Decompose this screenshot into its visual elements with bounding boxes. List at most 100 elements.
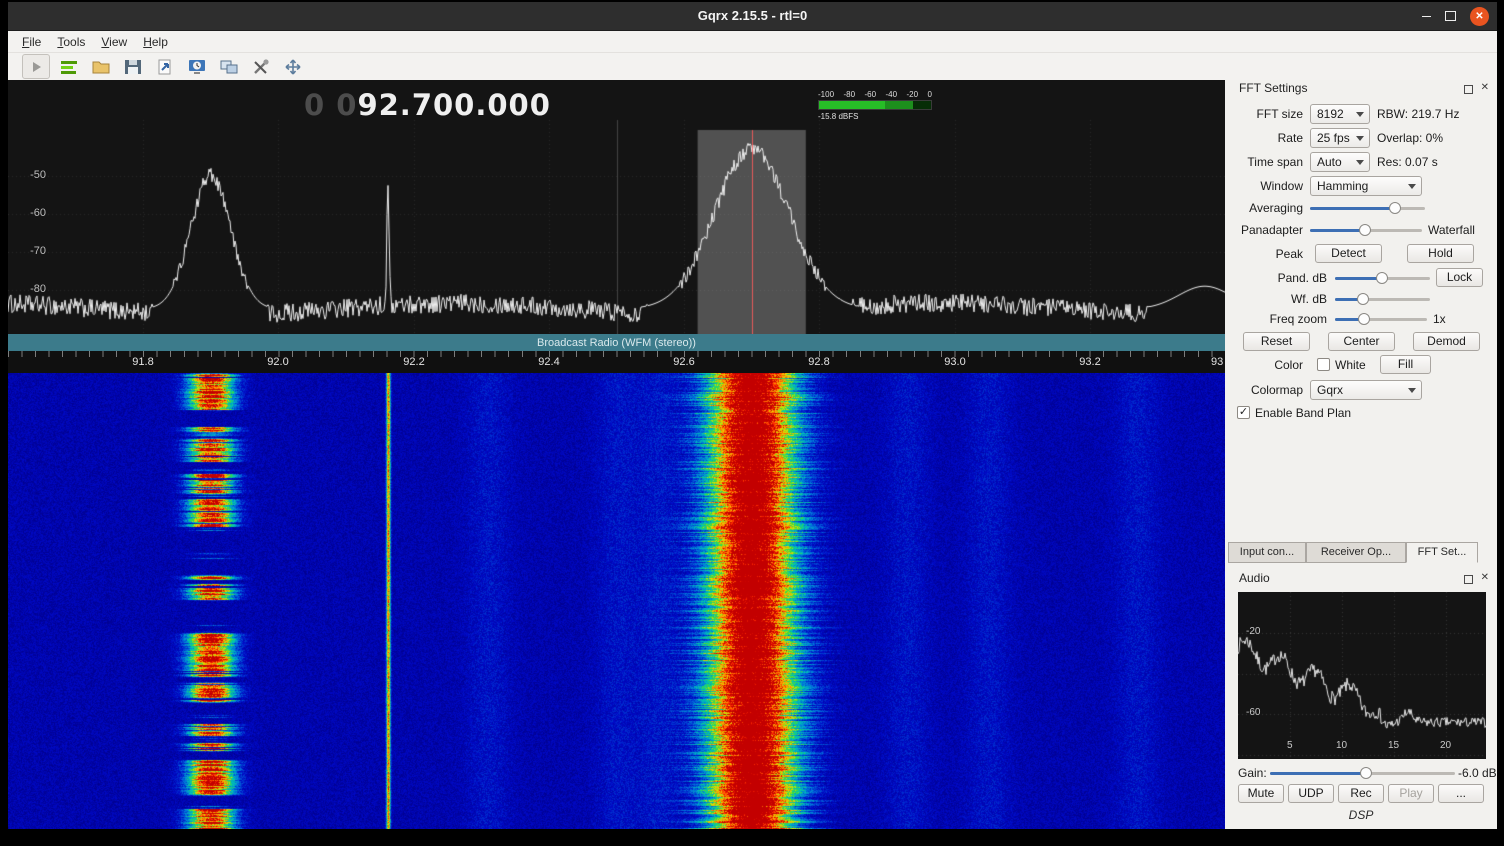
rec-button[interactable]: Rec [1338,784,1384,803]
freq-tick-label: 93.0 [944,356,965,368]
save-file-icon[interactable] [120,55,146,78]
gain-value: -6.0 dB [1458,763,1497,783]
window-title: Gqrx 2.15.5 - rtl=0 [8,2,1497,30]
open-file-icon[interactable] [88,55,114,78]
time-span-select[interactable]: Auto [1310,152,1370,172]
play-button[interactable]: Play [1388,784,1434,803]
peak-detect-button[interactable]: Detect [1315,244,1382,263]
colormap-select[interactable]: Gqrx [1310,380,1422,400]
white-checkbox[interactable] [1317,358,1330,371]
export-icon[interactable] [152,55,178,78]
remote-control-icon[interactable] [184,55,210,78]
dock-close-icon[interactable]: ✕ [1481,82,1489,93]
menu-view[interactable]: View [93,34,135,50]
wf-db-label: Wf. dB [1227,289,1327,309]
start-dsp-button[interactable] [22,54,50,79]
tools-icon[interactable] [248,55,274,78]
frequency-scale[interactable]: 91.8 92.0 92.2 92.4 92.6 92.8 93.0 93.2 … [8,351,1225,373]
fill-button[interactable]: Fill [1380,355,1431,374]
meter-tick: -40 [886,90,898,99]
audio-freq-label: 15 [1388,740,1399,751]
demod-button[interactable]: Demod [1413,332,1480,351]
tab-fft-settings[interactable]: FFT Set... [1406,542,1478,563]
audio-fft-canvas [1238,592,1486,759]
overlap-text: Overlap: 0% [1377,128,1443,148]
slider-handle[interactable] [1376,272,1388,284]
meter-tick: -100 [818,90,834,99]
slider-handle[interactable] [1359,224,1371,236]
maximize-icon[interactable] [1445,11,1456,21]
dock-float-icon[interactable] [1464,85,1473,94]
udp-button[interactable]: UDP [1288,784,1334,803]
res-text: Res: 0.07 s [1377,152,1438,172]
averaging-slider[interactable] [1310,200,1425,216]
enable-band-plan-checkbox[interactable]: ✓ [1237,406,1250,419]
time-span-label: Time span [1227,152,1303,172]
reset-button[interactable]: Reset [1243,332,1310,351]
fft-size-select[interactable]: 8192 [1310,104,1370,124]
meter-tick: -20 [907,90,919,99]
freq-tick-label: 93.2 [1079,356,1100,368]
gain-slider[interactable] [1270,765,1455,781]
freq-tick-label: 92.8 [808,356,829,368]
fft-plot-canvas[interactable] [8,80,1225,334]
menu-tools[interactable]: Tools [49,34,93,50]
freq-zoom-slider[interactable] [1335,311,1427,327]
slider-handle[interactable] [1357,293,1369,305]
meter-bar [818,100,932,110]
record-icon[interactable] [56,55,82,78]
slider-handle[interactable] [1358,313,1370,325]
fft-settings-dock-header: FFT Settings ✕ [1225,80,1497,98]
pandapter-split-slider[interactable] [1310,222,1422,238]
bandplan-label: Broadcast Radio (WFM (stereo)) [537,337,696,349]
pandapter-plot[interactable]: 0 092.700.000 -100 -80 -60 -40 -20 0 -15… [8,80,1225,334]
freq-tick-label: 92.6 [673,356,694,368]
fft-settings-title: FFT Settings [1239,81,1307,95]
waterfall-canvas[interactable] [8,373,1225,829]
fullscreen-icon[interactable] [280,55,306,78]
center-button[interactable]: Center [1328,332,1395,351]
wf-db-slider[interactable] [1335,291,1430,307]
pand-db-label: Pand. dB [1227,268,1327,288]
more-button[interactable]: ... [1438,784,1484,803]
slider-handle[interactable] [1360,767,1372,779]
window-fn-value: Hamming [1317,179,1368,193]
white-checkbox-label: White [1335,355,1366,375]
freq-zoom-label: Freq zoom [1227,309,1327,329]
slider-handle[interactable] [1389,202,1401,214]
minimize-icon[interactable] [1422,16,1431,17]
menu-file[interactable]: File [14,34,49,50]
mute-button[interactable]: Mute [1238,784,1284,803]
waterfall-label: Waterfall [1428,220,1475,240]
audio-dock-header: Audio ✕ [1225,570,1497,588]
pand-db-slider[interactable] [1335,270,1430,286]
gqrx-window: Gqrx 2.15.5 - rtl=0 ✕ File Tools View He… [8,2,1497,827]
dock-float-icon[interactable] [1464,575,1473,584]
window-fn-select[interactable]: Hamming [1310,176,1422,196]
menu-help[interactable]: Help [135,34,176,50]
menubar: File Tools View Help [8,31,1497,53]
rate-select[interactable]: 25 fps [1310,128,1370,148]
rbw-text: RBW: 219.7 Hz [1377,104,1459,124]
lock-button[interactable]: Lock [1436,268,1483,287]
freq-tick-label: 92.2 [403,356,424,368]
dock-close-icon[interactable]: ✕ [1481,572,1489,583]
chevron-down-icon [1356,160,1364,169]
spectrum-area: 0 092.700.000 -100 -80 -60 -40 -20 0 -15… [8,80,1225,829]
tab-input-controls[interactable]: Input con... [1228,542,1306,563]
frequency-display-value: 92.700.000 [357,88,550,122]
rate-label: Rate [1227,128,1303,148]
close-icon[interactable]: ✕ [1470,7,1489,26]
signal-strength-meter: -100 -80 -60 -40 -20 0 -15.8 dBFS [818,90,932,121]
meter-fill [819,101,913,109]
dsp-windows-icon[interactable] [216,55,242,78]
colormap-value: Gqrx [1317,383,1343,397]
frequency-display[interactable]: 0 092.700.000 [304,88,551,122]
freq-tick-label: 92.4 [538,356,559,368]
peak-hold-button[interactable]: Hold [1407,244,1474,263]
tab-receiver-options[interactable]: Receiver Op... [1306,542,1406,563]
bandplan-bar[interactable]: Broadcast Radio (WFM (stereo)) [8,334,1225,351]
right-panel: FFT Settings ✕ FFT size 8192 RBW: 219.7 … [1225,80,1497,829]
waterfall[interactable] [8,373,1225,829]
chevron-down-icon [1408,184,1416,193]
